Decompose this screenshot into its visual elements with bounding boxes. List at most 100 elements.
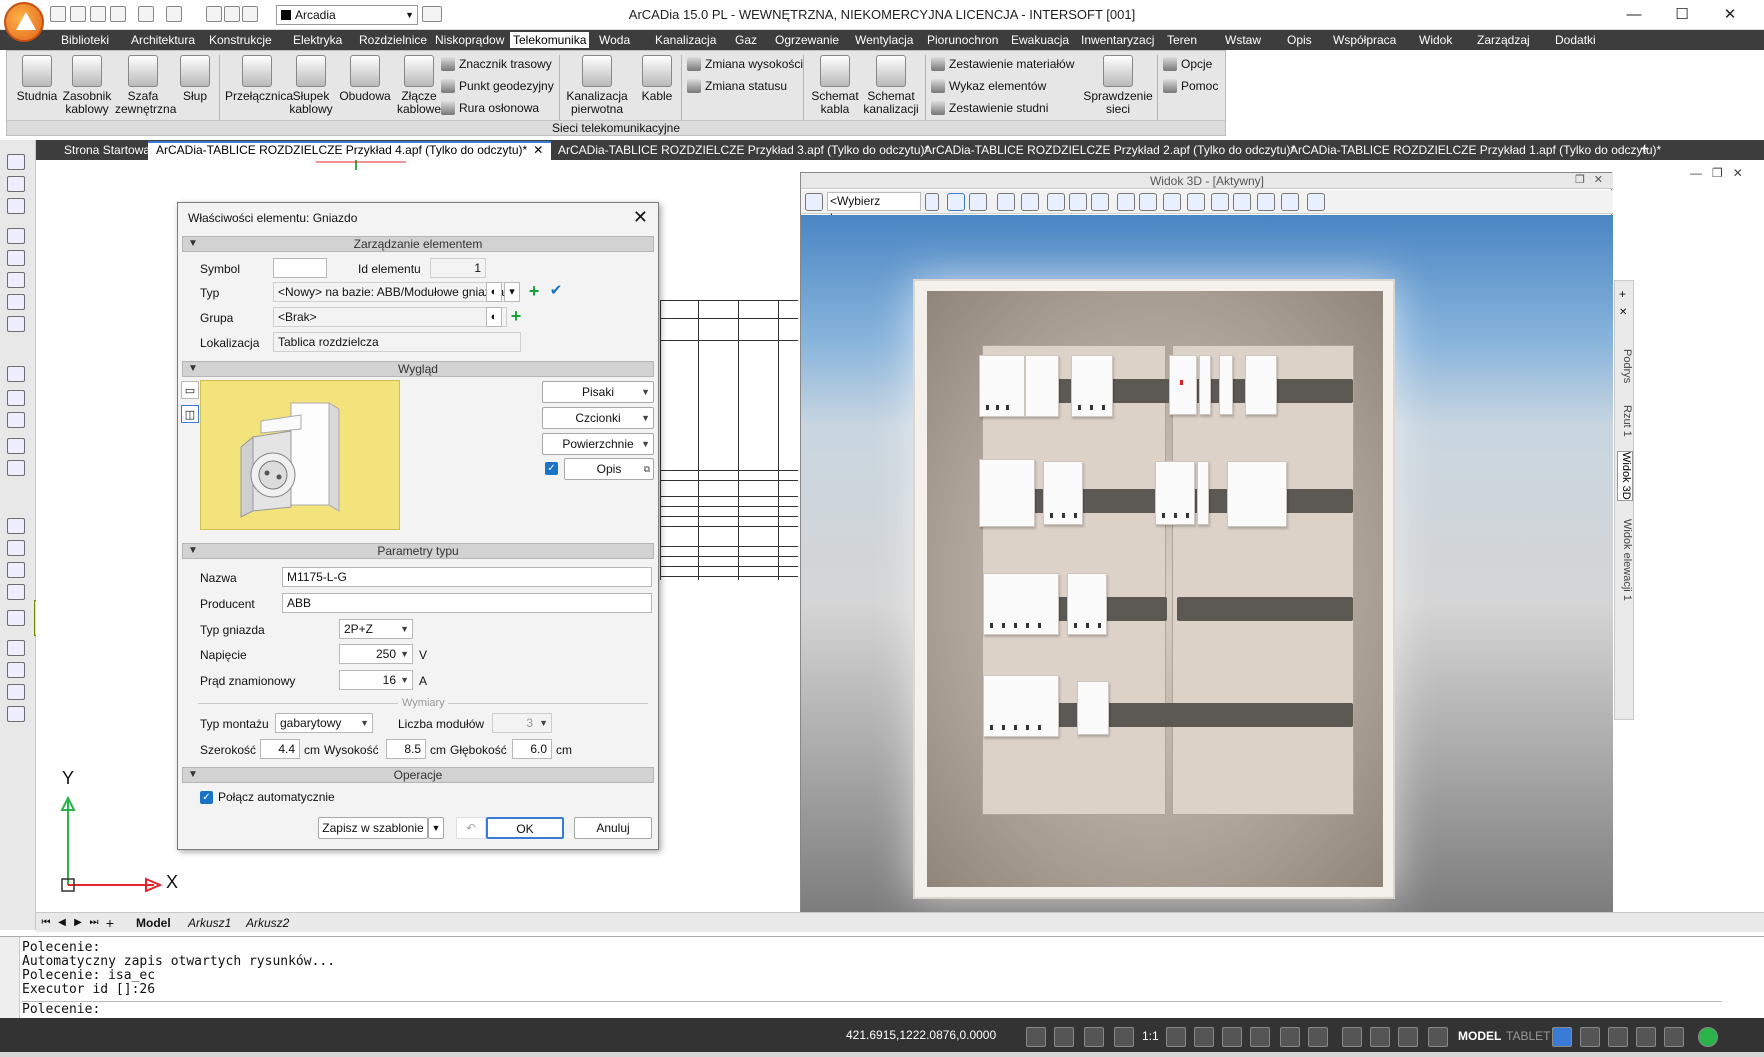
tool-icon-3[interactable] bbox=[7, 198, 25, 214]
camera-settings-icon[interactable] bbox=[925, 193, 939, 211]
bulb-icon[interactable] bbox=[206, 6, 222, 22]
mount-select[interactable]: gabarytowy ▼ bbox=[275, 713, 373, 733]
grid-icon[interactable] bbox=[1307, 193, 1325, 211]
layers-icon[interactable] bbox=[1163, 193, 1181, 211]
status-ok-icon[interactable] bbox=[1698, 1027, 1718, 1047]
zasobnik-button[interactable]: Zasobnik kablowy bbox=[59, 55, 115, 116]
socket-type-select[interactable]: 2P+Z ▼ bbox=[339, 619, 413, 639]
sun-icon[interactable] bbox=[224, 6, 240, 22]
zestawienie-materialow-button[interactable]: Zestawienie materiałów bbox=[929, 55, 1074, 73]
menu-item-zarzadzaj[interactable]: Zarządzaj bbox=[1474, 32, 1533, 48]
znacznik-trasowy-button[interactable]: Znacznik trasowy bbox=[439, 55, 552, 73]
tracking-icon[interactable] bbox=[1114, 1027, 1134, 1047]
point-icon[interactable] bbox=[7, 610, 25, 626]
add-camera-icon[interactable] bbox=[805, 193, 823, 211]
dyn-input-icon[interactable] bbox=[1370, 1027, 1390, 1047]
punkt-geodezyjny-button[interactable]: Punkt geodezyjny bbox=[439, 77, 554, 95]
menu-item-ogrzewanie[interactable]: Ogrzewanie bbox=[772, 32, 842, 48]
transparency-icon[interactable] bbox=[1398, 1027, 1418, 1047]
materials-icon[interactable] bbox=[1187, 193, 1205, 211]
perspective-icon[interactable] bbox=[947, 193, 965, 211]
group-browse-button[interactable]: ◐ bbox=[486, 307, 502, 327]
export-icon[interactable] bbox=[1139, 193, 1157, 211]
tool-icon-7[interactable] bbox=[7, 294, 25, 310]
command-side-handle[interactable] bbox=[0, 937, 20, 1019]
depth-input[interactable]: 6.0 bbox=[512, 739, 552, 759]
scale-readout[interactable]: 1:1 bbox=[1142, 1029, 1159, 1043]
tab-przyklad-3[interactable]: ArCADia-TABLICE ROZDZIELCZE Przykład 3.a… bbox=[550, 141, 937, 160]
distribution-board-model[interactable] bbox=[913, 279, 1395, 899]
kable-button[interactable]: Kable bbox=[629, 55, 685, 103]
sheet-tab-arkusz1[interactable]: Arkusz1 bbox=[188, 916, 231, 930]
ortho-icon[interactable] bbox=[1026, 1027, 1046, 1047]
app-logo-icon[interactable] bbox=[4, 2, 44, 42]
zoom-window-icon[interactable] bbox=[7, 412, 25, 428]
slup-button[interactable]: Słup bbox=[167, 55, 223, 103]
section-management[interactable]: ▼ Zarządzanie elementem bbox=[182, 236, 654, 252]
add-sheet-icon[interactable]: + bbox=[104, 916, 116, 930]
last-sheet-icon[interactable]: ⏭ bbox=[88, 917, 100, 929]
breaker-module[interactable] bbox=[1043, 461, 1083, 525]
properties-icon[interactable] bbox=[1428, 1027, 1448, 1047]
person-icon[interactable] bbox=[1580, 1027, 1600, 1047]
tool-icon-8[interactable] bbox=[7, 316, 25, 332]
line-icon[interactable] bbox=[7, 540, 25, 556]
view-360-icon[interactable] bbox=[1281, 193, 1299, 211]
surfaces-dropdown[interactable]: Powierzchnie ▼ bbox=[542, 433, 654, 455]
annotation-icon[interactable] bbox=[1166, 1027, 1186, 1047]
tab-rzut-1[interactable]: Rzut 1 bbox=[1617, 405, 1633, 437]
voltage-select[interactable]: 250 ▼ bbox=[339, 644, 413, 664]
sprawdzenie-sieci-button[interactable]: Sprawdzenie sieci bbox=[1083, 55, 1153, 116]
menu-item-niskopradow[interactable]: Niskoprądow bbox=[432, 32, 507, 48]
sheet-tab-arkusz2[interactable]: Arkusz2 bbox=[246, 916, 289, 930]
breaker-module[interactable] bbox=[1025, 355, 1059, 417]
producer-input[interactable]: ABB bbox=[282, 593, 652, 613]
dialog-close-button[interactable]: ✕ bbox=[633, 207, 648, 228]
menu-item-inwentaryzacja[interactable]: Inwentaryzacj bbox=[1078, 32, 1157, 48]
settings-gear-icon[interactable] bbox=[1552, 1027, 1572, 1047]
tool-icon-2[interactable] bbox=[7, 176, 25, 192]
socket-module[interactable] bbox=[1245, 355, 1277, 415]
menu-item-konstrukcje[interactable]: Konstrukcje bbox=[206, 32, 275, 48]
contactor-module[interactable] bbox=[1227, 461, 1287, 527]
menu-item-telekomunika[interactable]: Telekomunika bbox=[510, 32, 590, 48]
symbol-input[interactable] bbox=[273, 258, 327, 278]
breaker-module[interactable] bbox=[979, 459, 1035, 527]
view-2d-icon[interactable]: ▭ bbox=[181, 381, 199, 399]
open-file-icon[interactable] bbox=[70, 6, 86, 22]
zoom-icon[interactable] bbox=[7, 390, 25, 406]
section-operations[interactable]: ▼ Operacje bbox=[182, 767, 654, 783]
tab-start-page[interactable]: Strona Startowa bbox=[56, 141, 158, 160]
save-template-dropdown[interactable]: ▼ bbox=[428, 817, 444, 839]
layer-select[interactable]: Arcadia ▼ bbox=[276, 5, 418, 25]
export-3d-icon[interactable] bbox=[1257, 193, 1275, 211]
opcje-button[interactable]: Opcje bbox=[1161, 55, 1212, 73]
add-group-button[interactable]: + bbox=[506, 307, 526, 327]
polyline-icon[interactable] bbox=[7, 562, 25, 578]
breaker-module[interactable] bbox=[983, 573, 1059, 635]
pin-icon[interactable]: + bbox=[1619, 287, 1626, 301]
tablet-toggle[interactable]: TABLET bbox=[1506, 1029, 1550, 1043]
mdi-window-controls[interactable]: — ❐ ✕ bbox=[1690, 166, 1743, 180]
ortho-mode-icon[interactable] bbox=[1308, 1027, 1328, 1047]
rcd-module[interactable] bbox=[1169, 355, 1197, 415]
close-view-icon[interactable]: ✕ bbox=[1594, 173, 1603, 186]
tab-widok-3d[interactable]: Widok 3D bbox=[1617, 451, 1633, 501]
osnap-icon[interactable] bbox=[1342, 1027, 1362, 1047]
print-icon[interactable] bbox=[1117, 193, 1135, 211]
rcd-module[interactable] bbox=[1219, 355, 1233, 415]
description-button[interactable]: Opis ⧉ bbox=[564, 458, 654, 480]
name-input[interactable]: M1175-L-G bbox=[282, 567, 652, 587]
tab-widok-elewacji[interactable]: Widok elewacji 1 bbox=[1617, 519, 1633, 601]
textures-icon[interactable] bbox=[1233, 193, 1251, 211]
slupek-button[interactable]: Słupek kablowy bbox=[283, 55, 339, 116]
width-input[interactable]: 4.4 bbox=[260, 739, 300, 759]
minimize-button[interactable]: — bbox=[1610, 0, 1658, 30]
socket-module-selected[interactable] bbox=[1077, 681, 1109, 735]
camera-select[interactable]: <Wybierz kamerę> bbox=[827, 192, 921, 225]
arc-icon[interactable] bbox=[7, 584, 25, 600]
close-panel-icon[interactable]: ✕ bbox=[1619, 307, 1627, 318]
zmiana-statusu-button[interactable]: Zmiana statusu bbox=[685, 77, 787, 95]
circle-icon[interactable] bbox=[7, 640, 25, 656]
confirm-type-button[interactable]: ✔ bbox=[546, 282, 566, 302]
